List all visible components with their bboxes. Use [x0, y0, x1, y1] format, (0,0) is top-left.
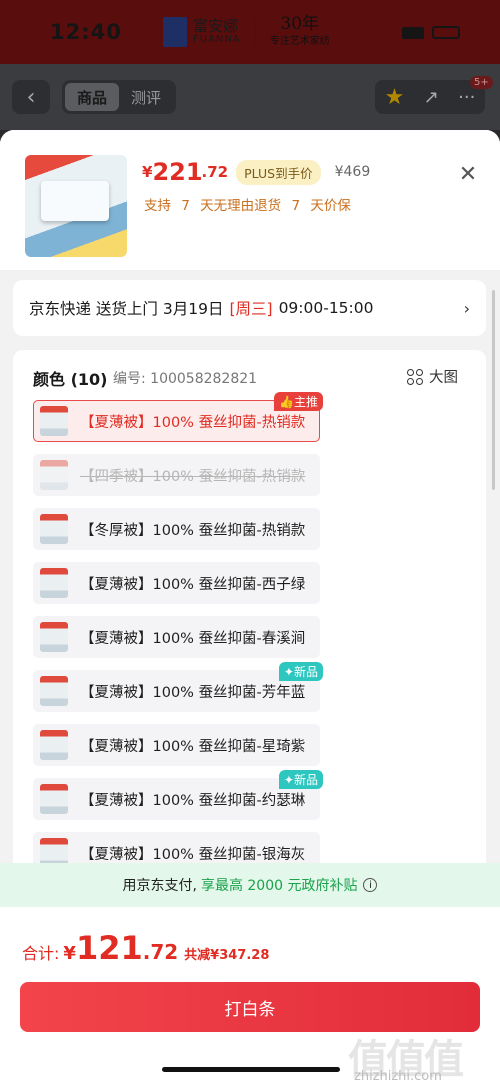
delivery-weekday: [周三] — [229, 300, 273, 318]
nav-actions: ★ ↗ ··· — [375, 80, 485, 114]
color-option-label: 【夏薄被】100% 蚕丝抑菌-春溪涧 — [80, 630, 306, 647]
original-price: ¥469 — [334, 164, 371, 180]
status-time: 12:40 — [50, 20, 122, 44]
color-option[interactable]: 【夏薄被】100% 蚕丝抑菌-星琦紫 — [33, 724, 320, 766]
price-symbol: ¥ — [142, 163, 153, 181]
big-image-toggle[interactable]: 大图 — [407, 366, 458, 387]
color-option-label: 【夏薄被】100% 蚕丝抑菌-约瑟琳 — [80, 792, 306, 809]
delivery-time: 09:00-15:00 — [278, 299, 374, 317]
tag-label: 新品 — [293, 665, 318, 679]
option-thumbnail — [40, 406, 68, 436]
recommend-tag: 👍主推 — [274, 392, 323, 411]
brand-name-cn: 富安娜 — [193, 17, 239, 35]
brand-slogan: 专注艺术家纺 — [269, 36, 330, 47]
total-integer: 121 — [75, 929, 143, 967]
color-panel: 颜色 (10) 编号: 100058282821 大图 【夏薄被】100% 蚕丝… — [13, 350, 486, 874]
favorite-star-icon[interactable]: ★ — [385, 85, 405, 110]
brand-name-en: FUANNA — [193, 34, 241, 45]
color-option-label: 【夏薄被】100% 蚕丝抑菌-星琦紫 — [80, 738, 306, 755]
product-thumbnail[interactable] — [25, 155, 127, 257]
option-thumbnail — [40, 514, 68, 544]
color-title: 颜色 (10) — [33, 370, 108, 389]
total-symbol: ¥ — [63, 943, 76, 964]
share-icon[interactable]: ↗ — [424, 87, 439, 108]
color-option[interactable]: 【夏薄被】100% 蚕丝抑菌-芳年蓝 ✦新品 — [33, 662, 323, 712]
brand-divider — [254, 17, 256, 46]
new-tag: ✦新品 — [278, 770, 323, 789]
watermark-url: zhizhizhi.com — [354, 1069, 442, 1084]
total-savings: 共减¥347.28 — [184, 948, 270, 963]
thumbs-up-icon: 👍 — [279, 395, 294, 409]
tab-goods[interactable]: 商品 — [65, 83, 119, 111]
price-row: ¥ 221 .72 PLUS到手价 ¥469 — [142, 158, 370, 186]
color-option-label: 【夏薄被】100% 蚕丝抑菌-西子绿 — [80, 576, 306, 593]
subsidy-text: 用京东支付, — [122, 878, 197, 894]
brand-logo-area: 富安娜 FUANNA 30年 专注艺术家纺 — [163, 16, 330, 47]
option-thumbnail — [40, 676, 68, 706]
color-option[interactable]: 【夏薄被】100% 蚕丝抑菌-热销款 👍主推 — [33, 392, 323, 442]
color-option-label: 【夏薄被】100% 蚕丝抑菌-芳年蓝 — [80, 684, 306, 701]
color-option[interactable]: 【夏薄被】100% 蚕丝抑菌-约瑟琳 ✦新品 — [33, 770, 323, 820]
close-icon: ✕ — [458, 161, 478, 187]
sparkle-icon: ✦ — [283, 665, 294, 679]
new-tag: ✦新品 — [278, 662, 323, 681]
total-label: 合计: — [22, 944, 60, 963]
color-option-label: 【四季被】100% 蚕丝抑菌-热销款 — [80, 468, 306, 485]
close-button[interactable]: ✕ — [456, 161, 480, 187]
plus-price-badge: PLUS到手价 — [236, 159, 321, 185]
color-option-label: 【冬厚被】100% 蚕丝抑菌-热销款 — [80, 522, 306, 539]
color-option[interactable]: 【夏薄被】100% 蚕丝抑菌-西子绿 — [33, 562, 320, 604]
cart-badge: 5+ — [470, 76, 493, 89]
delivery-row[interactable]: 京东快递 送货上门 3月19日 [周三] 09:00-15:00 › — [13, 280, 486, 336]
pay-button[interactable]: 打白条 — [20, 982, 480, 1032]
grid-icon — [407, 368, 423, 385]
fuanna-logo-icon — [163, 16, 187, 47]
color-option-label: 【夏薄被】100% 蚕丝抑菌-热销款 — [80, 414, 306, 431]
brand-anniversary: 30年 — [280, 14, 320, 34]
option-thumbnail — [40, 622, 68, 652]
chevron-right-icon: › — [463, 298, 470, 318]
big-image-label: 大图 — [429, 370, 458, 386]
total-row: 合计: ¥ 121 .72 共减¥347.28 — [22, 929, 269, 967]
option-thumbnail — [40, 784, 68, 814]
product-header: ¥ 221 .72 PLUS到手价 ¥469 支持 7 天无理由退货 7 天价保… — [0, 130, 500, 270]
delivery-text: 京东快递 送货上门 3月19日 — [29, 300, 224, 318]
color-option: 【四季被】100% 蚕丝抑菌-热销款 — [33, 454, 320, 496]
sku-number: 编号: 100058282821 — [113, 371, 258, 387]
battery-icon — [432, 26, 460, 39]
subsidy-banner[interactable]: 用京东支付, 享最高 2000 元政府补贴 i — [0, 863, 500, 907]
tag-label: 主推 — [293, 395, 318, 409]
price-integer: 221 — [152, 158, 203, 186]
tab-review[interactable]: 测评 — [119, 83, 173, 111]
color-option[interactable]: 【夏薄被】100% 蚕丝抑菌-春溪涧 — [33, 616, 320, 658]
tag-label: 新品 — [293, 773, 318, 787]
checkout-footer: 合计: ¥ 121 .72 共减¥347.28 打白条 值值值 zhizhizh… — [0, 907, 500, 1084]
color-option-label: 【夏薄被】100% 蚕丝抑菌-银海灰 — [80, 846, 306, 863]
nav-tabs: 商品 测评 — [62, 80, 176, 114]
guarantee-text: 支持 7 天无理由退货 7 天价保 — [144, 198, 351, 214]
option-thumbnail — [40, 460, 68, 490]
info-icon[interactable]: i — [363, 878, 378, 892]
subsidy-highlight: 享最高 2000 元政府补贴 — [200, 878, 358, 894]
sparkle-icon: ✦ — [283, 773, 294, 787]
price-decimal: .72 — [201, 163, 229, 181]
sku-bottom-sheet: ¥ 221 .72 PLUS到手价 ¥469 支持 7 天无理由退货 7 天价保… — [0, 130, 500, 1084]
option-thumbnail — [40, 568, 68, 598]
quilt-image — [41, 181, 109, 221]
total-decimal: .72 — [142, 940, 179, 964]
home-indicator[interactable] — [162, 1067, 340, 1072]
back-button[interactable]: ‹ — [12, 80, 50, 114]
chevron-left-icon: ‹ — [26, 84, 36, 110]
signal-icon — [402, 26, 424, 39]
more-icon[interactable]: ··· — [458, 87, 475, 108]
option-thumbnail — [40, 730, 68, 760]
color-option[interactable]: 【冬厚被】100% 蚕丝抑菌-热销款 — [33, 508, 320, 550]
status-icons — [402, 26, 460, 39]
scrollbar[interactable] — [492, 290, 495, 490]
